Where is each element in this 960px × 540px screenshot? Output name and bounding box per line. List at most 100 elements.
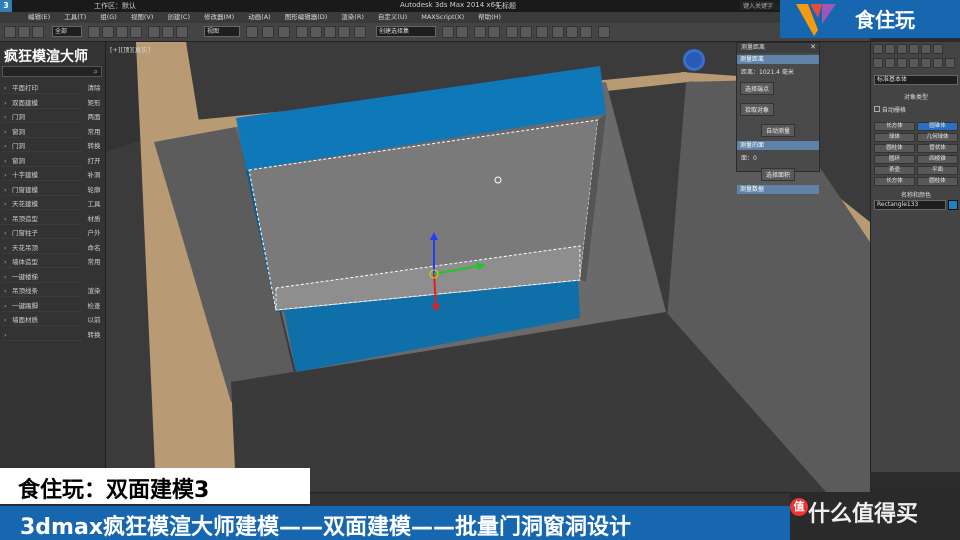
redo-icon[interactable]	[18, 26, 30, 38]
chevron-right-icon[interactable]: ›	[4, 227, 7, 239]
plugin-side-button[interactable]: 转换	[84, 329, 104, 341]
cameras-icon[interactable]	[909, 58, 919, 68]
edit-named-selection-icon[interactable]	[354, 26, 366, 38]
plugin-list-item[interactable]: › 门窗柱子	[2, 227, 82, 239]
utilities-tab-icon[interactable]	[933, 44, 943, 54]
plugin-side-button[interactable]: 工具	[84, 198, 104, 210]
helpers-icon[interactable]	[921, 58, 931, 68]
modify-tab-icon[interactable]	[885, 44, 895, 54]
angle-snap-icon[interactable]	[310, 26, 322, 38]
chevron-right-icon[interactable]: ›	[4, 271, 7, 283]
plugin-list-item[interactable]: › 门窗建模	[2, 184, 82, 196]
plugin-list-item[interactable]: › 一键踢脚	[2, 300, 82, 312]
workspace-label[interactable]: 工作区：默认	[94, 1, 136, 11]
keyboard-shortcut-icon[interactable]	[278, 26, 290, 38]
chevron-right-icon[interactable]: ›	[4, 184, 7, 196]
object-color-swatch[interactable]	[948, 200, 958, 210]
curve-editor-icon[interactable]	[506, 26, 518, 38]
object-type-button[interactable]: 圆锥体	[917, 122, 958, 131]
plugin-list-item[interactable]: › 一键楼梯	[2, 271, 82, 283]
plugin-list-item[interactable]: › 墙体造型	[2, 256, 82, 268]
menu-item[interactable]: MAXScript(X)	[421, 12, 464, 23]
plugin-side-button[interactable]: 渲染	[84, 285, 104, 297]
plugin-list-item[interactable]: › 门洞	[2, 111, 82, 123]
select-manipulate-icon[interactable]	[262, 26, 274, 38]
plugin-list-item[interactable]: › 十字建模	[2, 169, 82, 181]
autogrid-checkbox[interactable]	[874, 106, 880, 112]
object-type-button[interactable]: 圆柱体	[874, 144, 915, 153]
select-area-button[interactable]: 选择面积	[760, 168, 795, 181]
rect-region-icon[interactable]	[116, 26, 128, 38]
shapes-icon[interactable]	[885, 58, 895, 68]
chevron-right-icon[interactable]: ›	[4, 213, 7, 225]
chevron-right-icon[interactable]: ›	[4, 169, 7, 181]
search-icon[interactable]: ⌕	[94, 67, 98, 77]
undo-icon[interactable]	[4, 26, 16, 38]
measure-section-1[interactable]: 测量距离	[737, 55, 819, 64]
chevron-right-icon[interactable]: ›	[4, 126, 7, 138]
object-type-button[interactable]: 长方体	[874, 122, 915, 131]
spacewarps-icon[interactable]	[933, 58, 943, 68]
menu-item[interactable]: 渲染(R)	[341, 12, 364, 23]
primitive-type-dropdown[interactable]: 标准基本体	[874, 75, 958, 85]
plugin-list-item[interactable]: › 窗洞	[2, 126, 82, 138]
chevron-right-icon[interactable]: ›	[4, 82, 7, 94]
plugin-side-button[interactable]: 打开	[84, 155, 104, 167]
plugin-side-button[interactable]: 命名	[84, 242, 104, 254]
graphite-ribbon-icon[interactable]	[488, 26, 500, 38]
snap-toggle-icon[interactable]	[296, 26, 308, 38]
plugin-side-button[interactable]: 常用	[84, 256, 104, 268]
pivot-icon[interactable]	[246, 26, 258, 38]
plugin-list-item[interactable]: › 天花建模	[2, 198, 82, 210]
measure-section-3[interactable]: 测量数据	[737, 185, 819, 194]
menu-item[interactable]: 帮助(H)	[478, 12, 501, 23]
measure-panel-title[interactable]: 测量距离	[737, 43, 819, 53]
systems-icon[interactable]	[945, 58, 955, 68]
menu-item[interactable]: 修改器(M)	[204, 12, 234, 23]
plugin-side-button[interactable]: 以前	[84, 314, 104, 326]
plugin-side-button[interactable]: 清除	[84, 82, 104, 94]
chevron-right-icon[interactable]: ›	[4, 300, 7, 312]
plugin-list-item[interactable]: › 天花吊顶	[2, 242, 82, 254]
lights-icon[interactable]	[897, 58, 907, 68]
extra-tool-icon[interactable]	[598, 26, 610, 38]
display-tab-icon[interactable]	[921, 44, 931, 54]
chevron-right-icon[interactable]: ›	[4, 314, 7, 326]
select-by-name-icon[interactable]	[102, 26, 114, 38]
plugin-list-item[interactable]: › 窗洞	[2, 155, 82, 167]
plugin-side-button[interactable]: 检查	[84, 300, 104, 312]
plugin-side-button[interactable]: 转换	[84, 140, 104, 152]
close-icon[interactable]: ✕	[810, 43, 816, 51]
plugin-side-button[interactable]: 轮廓	[84, 184, 104, 196]
spinner-snap-icon[interactable]	[338, 26, 350, 38]
object-type-button[interactable]: 圆柱体	[917, 177, 958, 186]
autogrid-checkbox-row[interactable]: 自动栅格	[874, 105, 958, 114]
menu-item[interactable]: 创建(C)	[167, 12, 190, 23]
motion-tab-icon[interactable]	[909, 44, 919, 54]
viewcube-icon[interactable]	[683, 49, 705, 71]
plugin-search-input[interactable]: ⌕	[2, 66, 102, 77]
plugin-list-item[interactable]: › 墙面材质	[2, 314, 82, 326]
hierarchy-tab-icon[interactable]	[897, 44, 907, 54]
scale-icon[interactable]	[176, 26, 188, 38]
menu-item[interactable]: 动画(A)	[248, 12, 271, 23]
object-type-button[interactable]: 茶壶	[874, 166, 915, 175]
geometry-icon[interactable]	[873, 58, 883, 68]
measure-section-2[interactable]: 测量的面	[737, 141, 819, 150]
chevron-right-icon[interactable]: ›	[4, 329, 7, 341]
link-icon[interactable]	[32, 26, 44, 38]
create-tab-icon[interactable]	[873, 44, 883, 54]
schematic-view-icon[interactable]	[520, 26, 532, 38]
pick-object-button[interactable]: 拾取对象	[740, 103, 775, 116]
auto-measure-button[interactable]: 自动测量	[760, 124, 795, 137]
object-type-button[interactable]: 平面	[917, 166, 958, 175]
plugin-list-item[interactable]: › 双面建模	[2, 97, 82, 109]
menu-item[interactable]: 自定义(U)	[378, 12, 407, 23]
object-type-button[interactable]: 管状体	[917, 144, 958, 153]
layer-manager-icon[interactable]	[474, 26, 486, 38]
material-editor-icon[interactable]	[536, 26, 548, 38]
plugin-list-item[interactable]: › 吊顶造型	[2, 213, 82, 225]
object-type-button[interactable]: 长方体	[874, 177, 915, 186]
plugin-side-button[interactable]: 户外	[84, 227, 104, 239]
chevron-right-icon[interactable]: ›	[4, 140, 7, 152]
